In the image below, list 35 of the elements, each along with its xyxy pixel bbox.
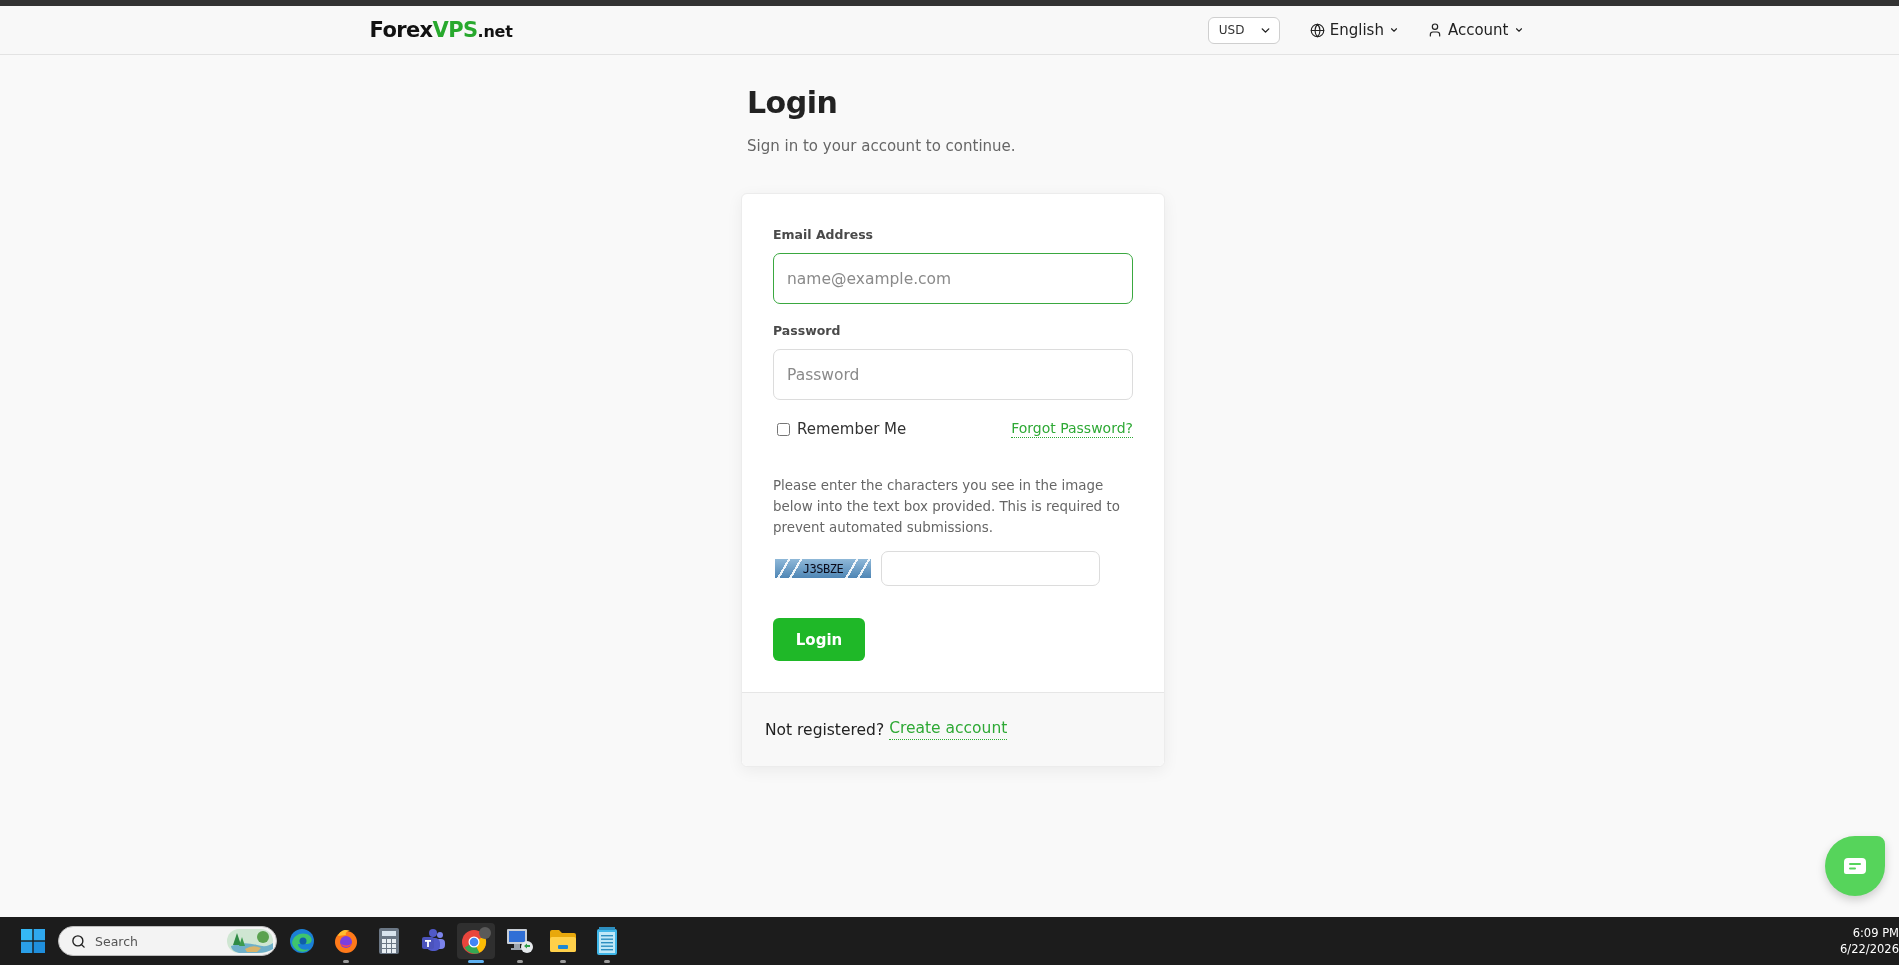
page-subtitle: Sign in to your account to continue. bbox=[747, 136, 1017, 157]
calculator-icon bbox=[379, 928, 399, 954]
field-label: Email Address bbox=[773, 226, 874, 244]
search-field[interactable]: Search bbox=[95, 932, 218, 950]
captcha-image: J3SBZE bbox=[775, 559, 871, 578]
search-icon bbox=[71, 933, 86, 949]
chat-icon bbox=[1844, 858, 1866, 874]
logo[interactable]: ForexVPS.net bbox=[369, 18, 513, 42]
account-menu[interactable]: Account bbox=[1426, 21, 1524, 39]
flame-browser-icon bbox=[332, 928, 359, 954]
remember-me-checkbox[interactable] bbox=[777, 422, 790, 436]
currency-select[interactable]: USD bbox=[1207, 16, 1280, 44]
not-registered-text: Not registered? bbox=[765, 720, 885, 739]
folder-icon bbox=[549, 929, 577, 953]
remember-me-label: Remember Me bbox=[797, 420, 907, 438]
page-title: Login bbox=[747, 85, 839, 121]
monitor-icon bbox=[505, 928, 534, 954]
taskbar-search-bar[interactable]: Search bbox=[58, 926, 277, 956]
caret-icon bbox=[1388, 25, 1399, 35]
language-menu[interactable]: English bbox=[1309, 21, 1399, 39]
clock-date: 6/22/2026 bbox=[1840, 941, 1899, 957]
people-chat-icon bbox=[419, 928, 446, 954]
landscape-icon bbox=[227, 929, 273, 953]
notepad-icon bbox=[596, 927, 617, 955]
password-field[interactable]: Password bbox=[773, 349, 1133, 400]
field-label: Password bbox=[773, 322, 842, 340]
email-field[interactable]: name@example.com bbox=[773, 253, 1133, 304]
clock-time: 6:09 PM bbox=[1852, 925, 1899, 941]
captcha-field[interactable] bbox=[881, 551, 1100, 586]
caret-icon bbox=[1513, 25, 1524, 35]
swirl-browser-icon bbox=[289, 928, 315, 954]
globe-icon bbox=[1309, 22, 1325, 38]
captcha-instructions: Please enter the characters you see in the image below into the text box provided. This is required to prevent automated submissions. bbox=[773, 477, 1121, 537]
browser-avatar-icon bbox=[461, 927, 491, 955]
start-icon bbox=[21, 929, 45, 953]
